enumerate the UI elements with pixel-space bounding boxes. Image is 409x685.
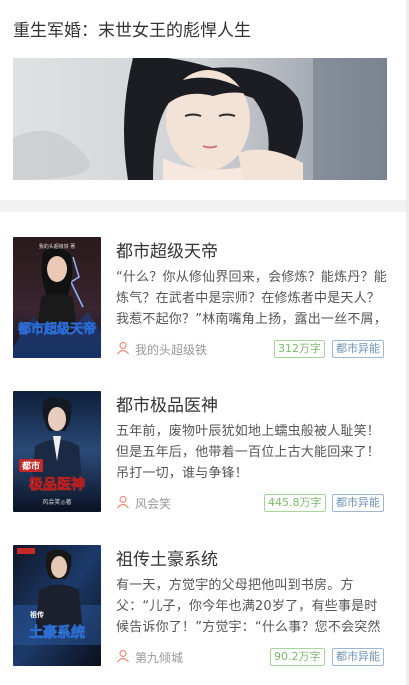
genre-badge: 都市异能 [332, 494, 384, 512]
cover-badge-text: 都市 [21, 460, 40, 472]
book-title[interactable]: 祖传土豪系统 [116, 545, 218, 570]
cover-title-text: 土豪系统 [29, 624, 85, 641]
book-author: 第九倾城 [135, 651, 184, 665]
book-item[interactable]: 都市 极品医神 风会笑◎著 都市极品医神 五年前，废物叶辰犹如地上蠕虫般被人耻笑… [0, 391, 409, 531]
author-icon [117, 341, 129, 355]
author-icon [117, 649, 129, 663]
book-meta: 第九倾城 90.2万字 都市异能 [116, 648, 388, 666]
book-description: 五年前，废物叶辰犹如地上蠕虫般被人耻笑！但是五年后，他带着一百位上古大能回来了！… [116, 424, 381, 481]
featured-book[interactable]: 重生军婚：末世女王的彪悍人生 [0, 0, 409, 200]
section-divider [0, 200, 409, 212]
cover-small-text: 我的头超级铁 著 [39, 243, 76, 250]
book-meta: 风会笑 445.8万字 都市异能 [116, 494, 388, 512]
featured-banner-image[interactable] [13, 58, 387, 180]
book-item[interactable]: 祖传 土豪系统 祖传土豪系统 有一天，方觉宇的父母把他叫到书房。方父：“儿子，你… [0, 545, 409, 685]
cover-small-text: 风会笑◎著 [42, 498, 71, 506]
book-description: 有一天，方觉宇的父母把他叫到书房。方父：“儿子，你今年也满20岁了，有些事是时候… [116, 578, 381, 635]
word-count-badge: 445.8万字 [264, 494, 326, 512]
cover-badge-text: 祖传 [29, 610, 44, 619]
word-count-badge: 312万字 [274, 340, 325, 358]
book-author: 风会笑 [135, 497, 172, 511]
genre-badge: 都市异能 [332, 340, 384, 358]
book-description: “什么？你从修仙界回来，会修炼？能炼丹？能炼气？在武者中是宗师？在修炼者中是天人… [116, 270, 387, 327]
cover-title-text: 极品医神 [29, 476, 85, 493]
genre-badge: 都市异能 [332, 648, 384, 666]
book-cover[interactable]: 都市 极品医神 风会笑◎著 [13, 391, 101, 512]
word-count-badge: 90.2万字 [270, 648, 325, 666]
book-cover[interactable]: 我的头超级铁 著 都市超级天帝 [13, 237, 101, 358]
book-author: 我的头超级铁 [135, 343, 208, 357]
book-title[interactable]: 都市超级天帝 [116, 237, 218, 262]
book-meta: 我的头超级铁 312万字 都市异能 [116, 340, 388, 358]
book-title[interactable]: 都市极品医神 [116, 391, 218, 416]
author-icon [117, 495, 129, 509]
featured-title[interactable]: 重生军婚：末世女王的彪悍人生 [13, 16, 251, 41]
book-item[interactable]: 我的头超级铁 著 都市超级天帝 都市超级天帝 “什么？你从修仙界回来，会修炼？能… [0, 237, 409, 377]
cover-title-text: 都市超级天帝 [17, 321, 96, 337]
book-cover[interactable]: 祖传 土豪系统 [13, 545, 101, 666]
